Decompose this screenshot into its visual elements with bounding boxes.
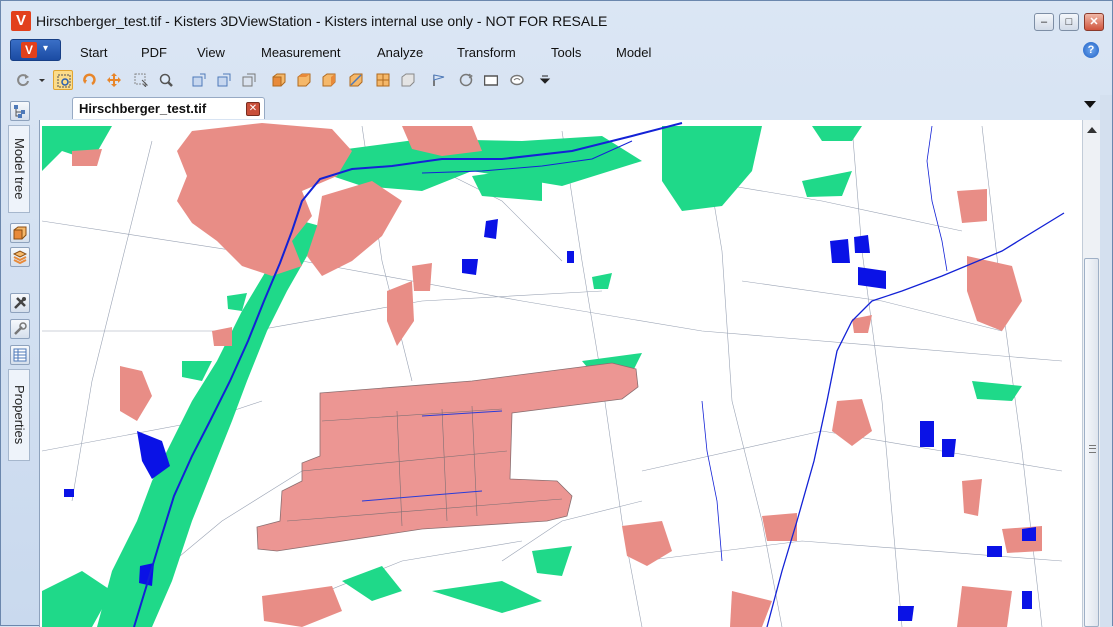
properties-icon[interactable] xyxy=(10,345,30,365)
tools-icon[interactable] xyxy=(10,293,30,313)
close-button[interactable]: ✕ xyxy=(1084,13,1104,31)
refresh-icon[interactable] xyxy=(13,70,33,90)
tab-label: Hirschberger_test.tif xyxy=(79,101,207,116)
document-tab-bar: Hirschberger_test.tif ✕ xyxy=(38,95,1104,119)
scrollbar-thumb[interactable] xyxy=(1084,258,1099,627)
layers-icon[interactable] xyxy=(10,247,30,267)
cloud-icon[interactable] xyxy=(507,70,527,90)
right-border xyxy=(1100,95,1112,627)
menu-start[interactable]: Start xyxy=(80,45,107,60)
rectangle-icon[interactable] xyxy=(481,70,501,90)
view-back-icon[interactable] xyxy=(398,70,418,90)
tab-list-dropdown-icon[interactable] xyxy=(1084,101,1096,108)
more-icon[interactable] xyxy=(536,70,551,90)
pan-icon[interactable] xyxy=(104,70,124,90)
view-grid-icon[interactable] xyxy=(373,70,393,90)
menu-tools[interactable]: Tools xyxy=(551,45,581,60)
select-area-icon[interactable] xyxy=(131,70,151,90)
scroll-up-icon[interactable] xyxy=(1087,127,1097,133)
menu-measurement[interactable]: Measurement xyxy=(261,45,340,60)
flag-icon[interactable] xyxy=(429,70,449,90)
menu-pdf[interactable]: PDF xyxy=(141,45,167,60)
window-title: Hirschberger_test.tif - Kisters 3DViewSt… xyxy=(36,13,608,29)
map-viewport[interactable] xyxy=(39,120,1083,627)
help-icon[interactable]: ? xyxy=(1083,42,1099,58)
zoom-icon[interactable] xyxy=(156,70,176,90)
left-panel-strip: Model tree Properties xyxy=(8,97,33,465)
fit-icon[interactable] xyxy=(189,70,209,90)
close-icon: ✕ xyxy=(1089,16,1099,28)
close-tab-icon[interactable]: ✕ xyxy=(246,102,260,116)
maximize-icon: □ xyxy=(1065,16,1073,28)
cube-icon[interactable] xyxy=(10,223,30,243)
circle-arrow-icon[interactable] xyxy=(456,70,476,90)
menu-view[interactable]: View xyxy=(197,45,225,60)
view-iso-icon[interactable] xyxy=(346,70,366,90)
grip-icon xyxy=(1089,445,1096,453)
view-side-icon[interactable] xyxy=(319,70,339,90)
maximize-button[interactable]: □ xyxy=(1059,13,1079,31)
view-top-icon[interactable] xyxy=(294,70,314,90)
tab-hirschberger[interactable]: Hirschberger_test.tif ✕ xyxy=(72,97,265,119)
menu-model[interactable]: Model xyxy=(616,45,651,60)
fit-selection-icon[interactable] xyxy=(214,70,234,90)
properties-tab[interactable]: Properties xyxy=(8,369,30,461)
fit-view-icon[interactable] xyxy=(239,70,259,90)
airport-area xyxy=(256,362,639,552)
model-tree-tab[interactable]: Model tree xyxy=(8,125,30,213)
minimize-button[interactable]: – xyxy=(1034,13,1054,31)
view-front-icon[interactable] xyxy=(269,70,289,90)
zoom-box-icon[interactable] xyxy=(53,70,73,90)
app-logo-icon[interactable]: V xyxy=(11,11,31,31)
app-menu-button[interactable]: V ▾ xyxy=(10,39,61,61)
rotate-icon[interactable] xyxy=(79,70,99,90)
toolbar xyxy=(1,67,1112,93)
menu-bar: V ▾ Start PDF View Measurement Analyze T… xyxy=(1,39,1112,65)
title-bar: V Hirschberger_test.tif - Kisters 3DView… xyxy=(1,1,1112,35)
menu-analyze[interactable]: Analyze xyxy=(377,45,423,60)
chevron-down-icon: ▾ xyxy=(43,43,49,54)
minimize-icon: – xyxy=(1040,16,1048,28)
app-menu-logo-icon: V xyxy=(21,42,37,58)
menu-transform[interactable]: Transform xyxy=(457,45,516,60)
map-image xyxy=(41,122,1065,627)
refresh-dropdown-icon[interactable] xyxy=(33,70,45,90)
model-tree-icon[interactable] xyxy=(10,101,30,121)
wrench-icon[interactable] xyxy=(10,319,30,339)
application-window: V Hirschberger_test.tif - Kisters 3DView… xyxy=(0,0,1113,627)
vertical-scrollbar[interactable] xyxy=(1082,120,1101,627)
